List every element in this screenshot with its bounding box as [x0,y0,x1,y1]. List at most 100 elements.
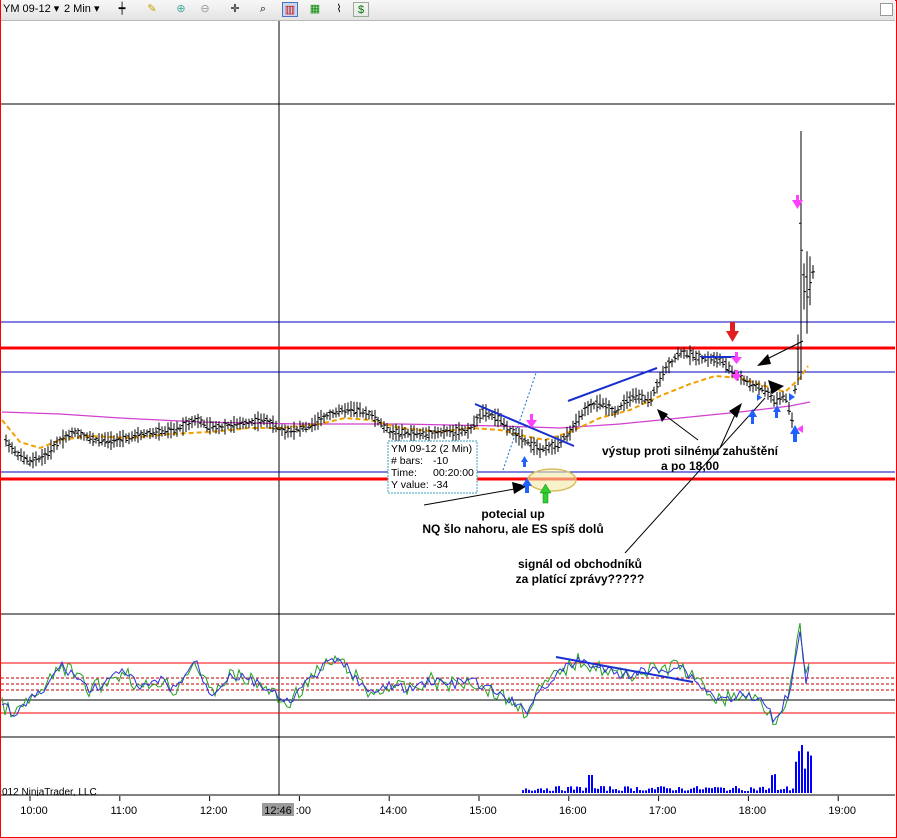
up-arrow-icon [521,456,528,467]
pointer-arrowhead [757,354,771,366]
right-marker-icon [757,394,762,401]
volume-bar [648,788,650,793]
volume-bar [630,788,632,793]
x-tick-label: :00 [296,805,311,817]
volume-bar [522,790,524,793]
volume-bar [729,789,731,793]
x-tick-label: 19:00 [828,805,856,817]
data-box-title: YM 09-12 (2 Min) [391,443,472,455]
volume-bar [753,788,755,793]
annotation-nq-es: NQ šlo nahoru, ale ES spíš dolů [422,522,603,536]
volume-bar [582,790,584,793]
volume-bar [543,790,545,793]
volume-bar [762,786,764,793]
volume-bar [747,790,749,793]
volume-bar [537,788,539,793]
data-box: YM 09-12 (2 Min) # bars: -10 Time: 00:20… [387,440,478,494]
annotation-signal-2: za platící zprávy????? [516,572,645,586]
cursor-time-label: 12:46 [264,805,292,817]
volume-bar [558,786,560,793]
volume-bar [651,787,653,793]
x-tick-label: 15:00 [469,805,497,817]
highlight-ellipse[interactable] [527,468,577,492]
volume-bar [534,790,536,793]
volume-bar [717,787,719,793]
x-tick-label: 17:00 [649,805,677,817]
data-box-bars-label: # bars: [391,455,423,467]
volume-bar [807,751,809,793]
volume-bar [669,788,671,793]
volume-bar [621,790,623,793]
right-marker-icon [789,393,795,401]
volume-bar [531,790,533,793]
volume-bar [750,787,752,793]
volume-bar [627,786,629,793]
down-arrow-icon [726,322,739,342]
volume-bar [552,790,554,793]
trendline-up[interactable] [567,367,658,402]
annotation-signal-1: signál od obchodníků [518,557,642,571]
volume-bar [525,788,527,793]
volume-bar [708,787,710,793]
pointer-arrowhead [729,403,742,418]
volume-bar [642,790,644,793]
volume-bar [540,788,542,793]
volume-bar [636,787,638,793]
x-tick-label: 16:00 [559,805,587,817]
volume-bar [645,790,647,793]
volume-bar [615,789,617,793]
volume-bar [663,786,665,793]
volume-bar [570,786,572,793]
volume-bar [741,790,743,793]
data-box-time-label: Time: [391,467,417,479]
annotation-potential: potecial up [481,507,544,521]
down-arrow-icon [731,352,742,364]
volume-bar [591,775,593,793]
volume-bar [789,790,791,793]
volume-bar [564,790,566,793]
volume-bar [771,775,773,793]
volume-bar [705,787,707,793]
x-tick-label: 12:00 [200,805,228,817]
volume-bar [639,790,641,793]
sma-line-magenta [1,401,811,429]
oscillator-line-green [1,623,810,726]
x-tick-label: 11:00 [110,805,137,817]
volume-bar [555,786,557,793]
volume-bar [810,755,812,793]
volume-bars [522,745,812,793]
volume-bar [735,786,737,793]
volume-bar [606,790,608,793]
volume-bar [624,786,626,793]
volume-bar [714,787,716,793]
volume-bar [681,788,683,793]
volume-bar [609,786,611,793]
volume-bar [618,790,620,793]
data-box-time-value: 00:20:00 [433,467,474,479]
volume-bar [675,790,677,793]
price-chart[interactable]: YM 09-12 (2 Min) # bars: -10 Time: 00:20… [0,0,897,838]
data-box-y-label: Y value: [391,479,429,491]
volume-bar [666,788,668,793]
volume-bar [567,786,569,793]
volume-bar [573,789,575,793]
volume-bar [549,790,551,793]
x-tick-label: 18:00 [739,805,767,817]
volume-bar [684,790,686,793]
annotation-exit-1: výstup proti silnému zahuštění [602,444,779,458]
volume-bar [711,788,713,793]
volume-bar [597,788,599,793]
volume-bar [720,787,722,793]
volume-bar [783,788,785,793]
x-tick-label: 14:00 [379,805,407,817]
volume-bar [594,788,596,793]
volume-bar [759,787,761,793]
volume-bar [804,768,806,793]
volume-bar [657,786,659,793]
volume-bar [732,787,734,793]
volume-bar [528,789,530,793]
annotation-exit-2: a po 18,00 [661,459,719,473]
volume-bar [654,789,656,793]
volume-bar [612,789,614,793]
oscillator [1,623,810,726]
